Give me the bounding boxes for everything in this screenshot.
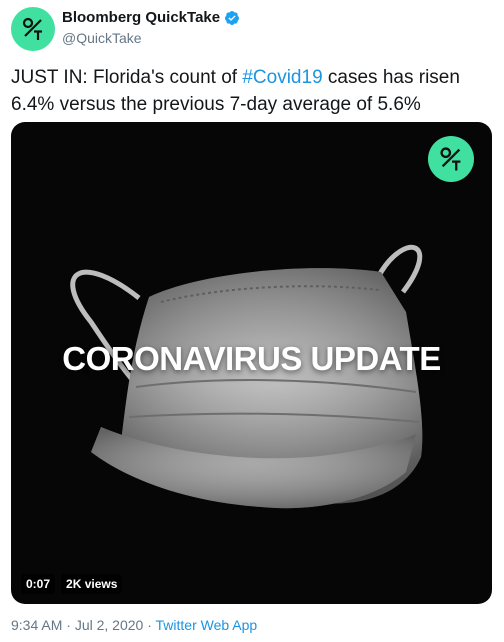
verified-badge-icon	[225, 10, 240, 25]
tweet-text: JUST IN: Florida's count of #Covid19 cas…	[11, 64, 491, 118]
hashtag-link[interactable]: #Covid19	[242, 67, 322, 88]
source-app-link[interactable]: Twitter Web App	[156, 617, 258, 633]
video-views: 2K views	[61, 574, 123, 594]
account-handle[interactable]: @QuickTake	[62, 30, 142, 46]
tweet-time[interactable]: 9:34 AM	[11, 617, 62, 633]
quicktake-logo-icon	[22, 17, 42, 40]
video-overlay-title: CORONAVIRUS UPDATE	[62, 340, 441, 377]
tweet-date[interactable]: Jul 2, 2020	[75, 617, 144, 633]
video-badges: 0:07 2K views	[21, 574, 123, 594]
avatar[interactable]	[11, 7, 55, 51]
tweet-meta: 9:34 AM · Jul 2, 2020 · Twitter Web App	[11, 617, 257, 633]
media-logo	[428, 136, 474, 182]
display-name[interactable]: Bloomberg QuickTake	[62, 9, 220, 26]
video-player[interactable]: CORONAVIRUS UPDATE 0:07 2K views	[11, 122, 492, 604]
account-name-row[interactable]: Bloomberg QuickTake	[62, 9, 240, 26]
meta-separator: ·	[147, 617, 152, 633]
quicktake-logo-icon	[440, 147, 461, 171]
video-duration: 0:07	[21, 574, 56, 594]
tweet-text-part-1: JUST IN: Florida's count of	[11, 67, 243, 88]
meta-separator: ·	[66, 617, 71, 633]
